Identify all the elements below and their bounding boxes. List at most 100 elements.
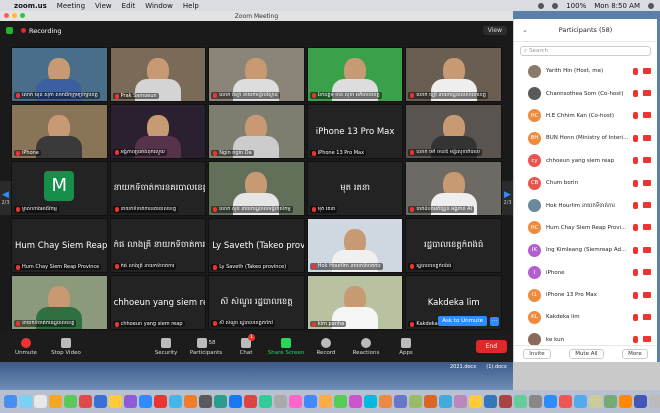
participant-row[interactable]: HC H.E Chhim Kan (Co-host): [514, 105, 657, 127]
participant-tile[interactable]: លោក ឡៅ នាយករដ្ឋបាលសាលាខេត្ត: [405, 47, 502, 102]
participant-tile[interactable]: Hok Hourlim នាយកទីចាត់ការ: [306, 218, 404, 273]
participant-tile[interactable]: Ngin ngin Da: [208, 104, 305, 159]
dock-app-icon[interactable]: [274, 395, 287, 408]
mute-all-button[interactable]: Mute All: [569, 349, 604, 359]
participants-button[interactable]: 58 Participants: [186, 334, 226, 360]
camera-off-icon[interactable]: [643, 246, 651, 253]
dock-app-icon[interactable]: [4, 395, 17, 408]
participant-tile[interactable]: មុត រតនា មុត រតនា: [306, 161, 404, 216]
mic-muted-icon[interactable]: [633, 224, 638, 232]
security-button[interactable]: Security: [146, 334, 186, 360]
participant-tile[interactable]: លោក ពិទ្យា នាយកមន្ទីរបរិស្ថាន: [208, 47, 305, 102]
camera-off-icon[interactable]: [643, 202, 651, 209]
dock-app-icon[interactable]: [304, 395, 317, 408]
more-options-icon[interactable]: …: [489, 317, 499, 326]
dock-app-icon[interactable]: [514, 395, 527, 408]
stop-video-button[interactable]: Stop Video: [46, 334, 86, 360]
unmute-button[interactable]: Unmute: [6, 334, 46, 360]
participant-row[interactable]: I1 iPhone 13 Pro Max: [514, 284, 657, 306]
menu-view[interactable]: View: [95, 2, 112, 10]
dock-app-icon[interactable]: [619, 395, 632, 408]
participant-tile[interactable]: រដ្ឋបាលខេត្តកំពង់ធំ រដ្ឋបាលខេត្តកំពង់ធំ: [405, 218, 502, 273]
camera-off-icon[interactable]: [643, 134, 651, 141]
participant-tile[interactable]: លោក សុខ នាយករដ្ឋបាលមន្ទីរកសិកម្ម: [208, 161, 305, 216]
participant-row[interactable]: cy chhoeun yang siem reap: [514, 150, 657, 172]
mic-muted-icon[interactable]: [633, 134, 638, 142]
camera-off-icon[interactable]: [643, 269, 651, 276]
participant-tile[interactable]: នាយកទីចាត់ការនគរបាលខេត្ត នាយកទីចាត់ការនគរ…: [109, 161, 207, 216]
dock-app-icon[interactable]: [79, 395, 92, 408]
desktop-file[interactable]: (1).docx: [486, 364, 507, 370]
end-meeting-button[interactable]: End: [475, 340, 507, 353]
participant-row[interactable]: Channsothea Som (Co-host): [514, 82, 657, 104]
mic-muted-icon[interactable]: [633, 313, 638, 321]
mic-muted-icon[interactable]: [633, 336, 638, 344]
dock-app-icon[interactable]: [64, 395, 77, 408]
mic-muted-icon[interactable]: [633, 246, 638, 254]
camera-off-icon[interactable]: [643, 179, 651, 186]
battery-percent[interactable]: 100%: [566, 2, 586, 10]
dock-app-icon[interactable]: [649, 395, 660, 408]
dock-app-icon[interactable]: [184, 395, 197, 408]
menu-help[interactable]: Help: [183, 2, 199, 10]
zoom-window-button[interactable]: [20, 13, 25, 18]
dock-app-icon[interactable]: [484, 395, 497, 408]
mic-muted-icon[interactable]: [633, 90, 638, 98]
menu-meeting[interactable]: Meeting: [57, 2, 85, 10]
view-button[interactable]: View: [482, 26, 507, 35]
camera-off-icon[interactable]: [643, 67, 651, 74]
participant-tile[interactable]: ឯកឧត្តម ចាន់ សុខា អភិបាលខេត្ត: [306, 47, 404, 102]
dock-app-icon[interactable]: [154, 395, 167, 408]
close-window-button[interactable]: [4, 13, 9, 18]
dock-app-icon[interactable]: [604, 395, 617, 408]
security-shield-icon[interactable]: [6, 27, 13, 34]
clock[interactable]: Mon 8:50 AM: [594, 2, 640, 10]
participant-row[interactable]: HC Hum Chay Siem Reap Provinc...: [514, 217, 657, 239]
menu-window[interactable]: Window: [145, 2, 173, 10]
participant-tile[interactable]: លោក ម៉ៅ ចាន់ឌី មន្ទីរសុខាភិបាល: [405, 104, 502, 159]
dock-app-icon[interactable]: [199, 395, 212, 408]
participant-row[interactable]: CB Chum borin: [514, 172, 657, 194]
participant-tile[interactable]: chhoeun yang siem reap chhoeun yang siem …: [109, 275, 207, 330]
dock-app-icon[interactable]: [544, 395, 557, 408]
participant-tile[interactable]: កំផ លាងគ្រី នាយកទីចាត់ការ កំផ លាងគ្រី នាយ…: [109, 218, 207, 273]
dock-app-icon[interactable]: [424, 395, 437, 408]
dock-app-icon[interactable]: [334, 395, 347, 408]
dock-app-icon[interactable]: [499, 395, 512, 408]
participants-search-input[interactable]: ⌕ Search: [520, 46, 651, 56]
status-icon[interactable]: [538, 2, 545, 9]
participant-tile[interactable]: kim panha: [306, 275, 404, 330]
dock-app-icon[interactable]: [229, 395, 242, 408]
mic-muted-icon[interactable]: [633, 112, 638, 120]
dock-app-icon[interactable]: [319, 395, 332, 408]
dock-app-icon[interactable]: [94, 395, 107, 408]
camera-off-icon[interactable]: [643, 336, 651, 343]
apps-button[interactable]: Apps: [386, 334, 426, 360]
dock-app-icon[interactable]: [409, 395, 422, 408]
dock-app-icon[interactable]: [349, 395, 362, 408]
mic-muted-icon[interactable]: [633, 157, 638, 165]
record-button[interactable]: Record: [306, 334, 346, 360]
dock-app-icon[interactable]: [259, 395, 272, 408]
dock-app-icon[interactable]: [19, 395, 32, 408]
participant-tile[interactable]: Hum Chay Siem Reap Province Hum Chay Siem…: [11, 218, 108, 273]
more-button[interactable]: More: [622, 349, 648, 359]
mic-muted-icon[interactable]: [633, 67, 638, 75]
dock-app-icon[interactable]: [634, 395, 647, 408]
participant-tile[interactable]: iPhone: [11, 104, 108, 159]
dock-app-icon[interactable]: [454, 395, 467, 408]
camera-off-icon[interactable]: [643, 157, 651, 164]
participant-row[interactable]: Hok Hourlim នាយកទីចាត់ការ: [514, 194, 657, 216]
search-icon[interactable]: [648, 2, 654, 9]
dock-app-icon[interactable]: [364, 395, 377, 408]
participant-row[interactable]: Yarith Hin (Host, me): [514, 60, 657, 82]
camera-off-icon[interactable]: [643, 313, 651, 320]
participant-row[interactable]: KL Kakdeka lim: [514, 306, 657, 328]
dock-app-icon[interactable]: [289, 395, 302, 408]
dock-app-icon[interactable]: [139, 395, 152, 408]
dock-app-icon[interactable]: [529, 395, 542, 408]
menu-app-name[interactable]: zoom.us: [14, 2, 47, 10]
participant-tile[interactable]: Ly Saveth (Takeo province) Ly Saveth (Tak…: [208, 218, 305, 273]
dock-app-icon[interactable]: [574, 395, 587, 408]
participant-tile[interactable]: ស៊ សំណួរ រដ្ឋបាលខេត្ត ស៊ សំណួរ រដ្ឋបាលខេត…: [208, 275, 305, 330]
